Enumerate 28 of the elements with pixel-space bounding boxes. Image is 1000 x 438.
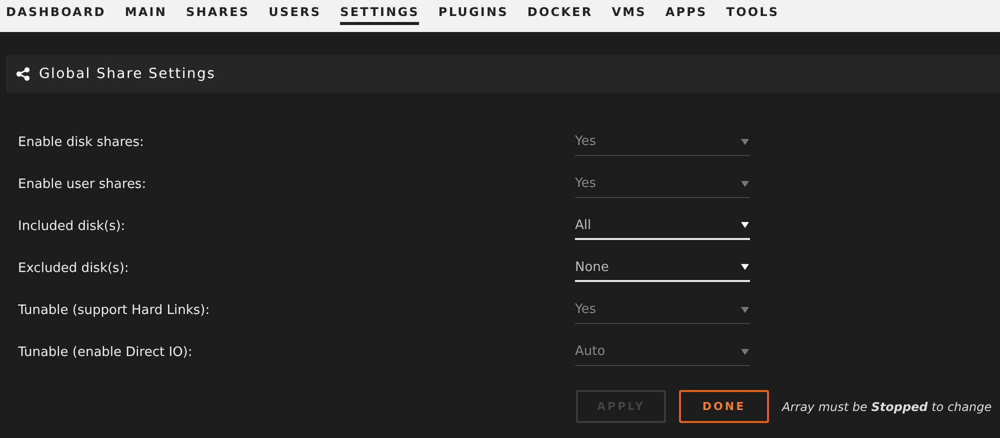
caret-icon [741, 180, 749, 186]
setting-label: Tunable (enable Direct IO): [18, 344, 194, 360]
caret-icon [741, 348, 749, 354]
action-button[interactable]: DONE [679, 390, 769, 423]
nav-tab[interactable]: SETTINGS [340, 0, 420, 25]
nav-tab[interactable]: APPS [665, 0, 708, 25]
share-icon [16, 67, 30, 81]
nav-tab[interactable]: DASHBOARD [6, 0, 106, 25]
setting-label: Tunable (support Hard Links): [18, 302, 211, 318]
nav-tab[interactable]: VMS [612, 0, 646, 25]
caret-icon [741, 264, 749, 270]
setting-label: Enable disk shares: [18, 134, 145, 150]
nav-tab[interactable]: USERS [268, 0, 322, 25]
setting-dropdown[interactable]: None [575, 254, 750, 282]
setting-label: Excluded disk(s): [18, 260, 130, 276]
nav-tab[interactable]: SHARES [186, 0, 250, 25]
caret-icon [741, 306, 749, 312]
nav-tab[interactable]: MAIN [124, 0, 167, 25]
nav-tab[interactable]: TOOLS [726, 0, 780, 25]
caret-icon [741, 222, 749, 228]
nav-tab[interactable]: DOCKER [527, 0, 593, 25]
caret-icon [741, 138, 749, 144]
setting-dropdown[interactable]: All [575, 212, 750, 240]
setting-label: Included disk(s): [18, 218, 126, 234]
nav-tab[interactable]: PLUGINS [438, 0, 508, 25]
section-title: Global Share Settings [39, 66, 216, 82]
setting-label: Enable user shares: [18, 176, 148, 192]
status-note: Array must be Stopped to change [782, 400, 992, 414]
